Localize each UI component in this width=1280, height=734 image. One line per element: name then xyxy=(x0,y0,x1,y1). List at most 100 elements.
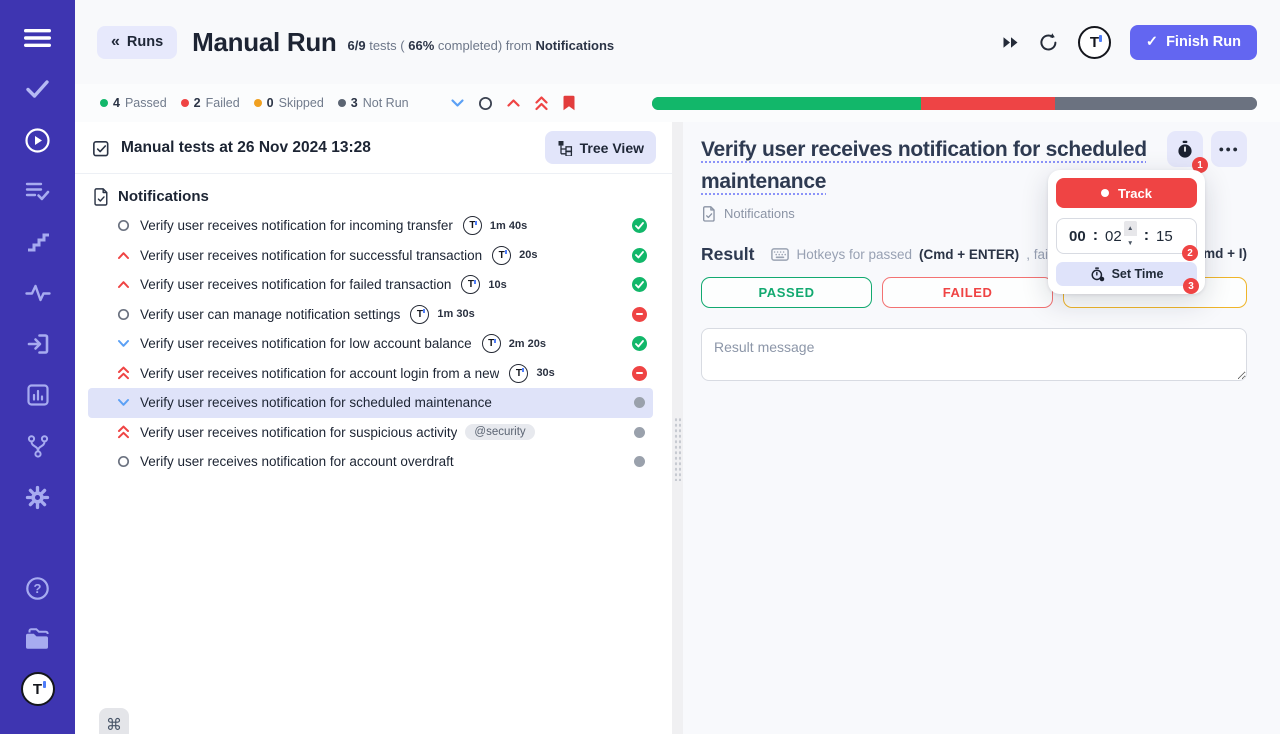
passed-status-icon xyxy=(632,247,647,263)
topbar: « Runs Manual Run 6/9 tests ( 66% comple… xyxy=(75,0,1280,84)
more-options-button[interactable]: ●●● xyxy=(1211,131,1247,167)
test-row[interactable]: Verify user receives notification for fa… xyxy=(88,270,653,300)
priority-critical-filter-icon[interactable] xyxy=(534,94,549,112)
retry-timer-icon[interactable] xyxy=(1038,32,1059,53)
test-tag[interactable]: @security xyxy=(465,424,535,441)
critical-priority-icon xyxy=(117,366,131,380)
not-run-status-icon xyxy=(634,426,645,438)
priority-normal-filter-icon[interactable] xyxy=(478,94,493,112)
test-row[interactable]: Verify user receives notification for in… xyxy=(88,211,653,241)
status-dot xyxy=(100,99,108,107)
sidebar-item-pulse[interactable] xyxy=(18,275,58,311)
sidebar-item-steps[interactable] xyxy=(18,224,58,260)
set-time-button[interactable]: Set Time 3 xyxy=(1056,262,1199,294)
main-area: « Runs Manual Run 6/9 tests ( 66% comple… xyxy=(75,0,1280,734)
stat-label: Passed xyxy=(124,96,167,110)
test-row-title: Verify user receives notification for su… xyxy=(140,247,483,263)
timer-button[interactable]: 1 xyxy=(1167,131,1208,173)
run-checklist-icon xyxy=(93,140,109,156)
ellipsis-icon: ●●● xyxy=(1218,144,1240,154)
sidebar-item-play-circle[interactable] xyxy=(18,122,58,158)
run-title: Manual tests at 26 Nov 2024 13:28 xyxy=(91,138,371,158)
suite-name: Notifications xyxy=(118,188,209,205)
progress-segment-failed xyxy=(921,96,1056,110)
minutes-stepper: ▲ ▼ xyxy=(1123,221,1137,251)
seconds-field[interactable]: 15 xyxy=(1156,228,1173,245)
testomat-logo-badge[interactable]: T xyxy=(1077,25,1111,59)
sidebar-item-list-check[interactable] xyxy=(18,173,58,209)
priority-low-filter-icon[interactable] xyxy=(450,94,465,112)
resize-grip[interactable] xyxy=(674,417,681,481)
testomat-logo-icon[interactable]: T xyxy=(20,672,55,706)
time-badge: 2 xyxy=(1182,245,1198,261)
stepper-down-icon[interactable]: ▼ xyxy=(1124,236,1137,251)
command-palette-button[interactable]: ⌘ xyxy=(99,708,129,734)
stepper-up-icon[interactable]: ▲ xyxy=(1123,221,1137,236)
check-icon: ✓ xyxy=(1145,34,1159,50)
failed-button[interactable]: FAILED xyxy=(882,277,1054,308)
stat-failed[interactable]: 2 Failed xyxy=(180,96,240,110)
low-priority-icon xyxy=(117,339,131,348)
test-row[interactable]: Verify user receives notification for lo… xyxy=(88,329,653,359)
sidebar-item-menu[interactable] xyxy=(18,20,58,56)
sidebar-item-branch[interactable] xyxy=(18,428,58,464)
test-row-title: Verify user receives notification for sc… xyxy=(140,395,492,411)
test-row-title: Verify user receives notification for fa… xyxy=(140,277,452,293)
tree-view-label: Tree View xyxy=(579,139,644,156)
sidebar-item-sign-in[interactable] xyxy=(18,326,58,362)
failed-status-icon xyxy=(632,306,647,322)
testomat-badge-icon: T xyxy=(492,245,512,265)
hotkey-passed: (Cmd + ENTER) xyxy=(919,246,1020,262)
fast-forward-icon[interactable] xyxy=(1002,36,1019,49)
hours-field[interactable]: 00 xyxy=(1069,228,1086,245)
not-run-status-icon xyxy=(634,397,645,409)
stat-count: 0 xyxy=(266,96,274,110)
result-message-input[interactable] xyxy=(701,328,1247,381)
test-duration: 10s xyxy=(488,278,507,291)
minutes-field[interactable]: 02 xyxy=(1105,228,1122,245)
test-row[interactable]: Verify user receives notification for su… xyxy=(88,241,653,271)
priority-high-filter-icon[interactable] xyxy=(506,94,521,112)
test-row[interactable]: Verify user receives notification for ac… xyxy=(88,447,653,477)
track-button[interactable]: Track xyxy=(1056,178,1197,208)
stat-label: Not Run xyxy=(362,96,409,110)
sidebar-item-gear[interactable] xyxy=(18,479,58,515)
stopwatch-icon xyxy=(1178,140,1192,158)
app-window: ? T « Runs Manual Run 6/9 tests ( 66% co… xyxy=(0,0,1280,734)
test-row[interactable]: Verify user receives notification for su… xyxy=(88,418,653,448)
stat-skipped[interactable]: 0 Skipped xyxy=(253,96,324,110)
test-row[interactable]: Verify user can manage notification sett… xyxy=(88,300,653,330)
sidebar-item-help[interactable]: ? xyxy=(18,570,58,606)
stat-passed[interactable]: 4 Passed xyxy=(100,96,167,110)
suite-header[interactable]: Notifications xyxy=(75,187,672,206)
progress-segment-passed xyxy=(651,96,921,110)
finish-run-label: Finish Run xyxy=(1166,34,1241,50)
page-title: Manual Run xyxy=(192,26,337,57)
high-priority-icon xyxy=(117,280,131,289)
run-progress-summary: 6/9 tests ( 66% completed) from Notifica… xyxy=(347,37,615,53)
tree-view-button[interactable]: Tree View xyxy=(544,131,656,164)
stat-not-run[interactable]: 3 Not Run xyxy=(337,96,409,110)
finish-run-button[interactable]: ✓ Finish Run xyxy=(1129,24,1257,60)
test-duration: 1m 40s xyxy=(489,219,528,232)
test-detail-panel: Verify user receives notification for sc… xyxy=(683,122,1280,734)
back-to-runs-button[interactable]: « Runs xyxy=(97,25,178,59)
completed-percent: 66% xyxy=(408,37,435,53)
test-row[interactable]: Verify user receives notification for ac… xyxy=(88,359,653,389)
sidebar-item-folder[interactable] xyxy=(18,621,58,657)
panel-resize-handle[interactable] xyxy=(672,122,683,734)
sidebar-item-report-chart[interactable] xyxy=(18,377,58,413)
hotkeys-hint: Hotkeys for passed (Cmd + ENTER) , faile… xyxy=(771,246,1066,262)
test-row[interactable]: Verify user receives notification for sc… xyxy=(88,388,653,418)
bookmark-icon[interactable] xyxy=(562,94,576,112)
keyboard-icon xyxy=(771,247,790,261)
breadcrumb-suite[interactable]: Notifications xyxy=(724,206,795,221)
logo-letter: T xyxy=(32,680,43,698)
passed-button[interactable]: PASSED xyxy=(701,277,873,308)
sidebar-item-check[interactable] xyxy=(18,71,58,107)
stopwatch-gear-icon xyxy=(1091,266,1104,281)
testomat-badge-icon: T xyxy=(509,363,529,383)
sidebar-icons: ? xyxy=(18,20,58,672)
low-priority-icon xyxy=(117,398,131,407)
test-row-title: Verify user receives notification for lo… xyxy=(140,336,472,352)
